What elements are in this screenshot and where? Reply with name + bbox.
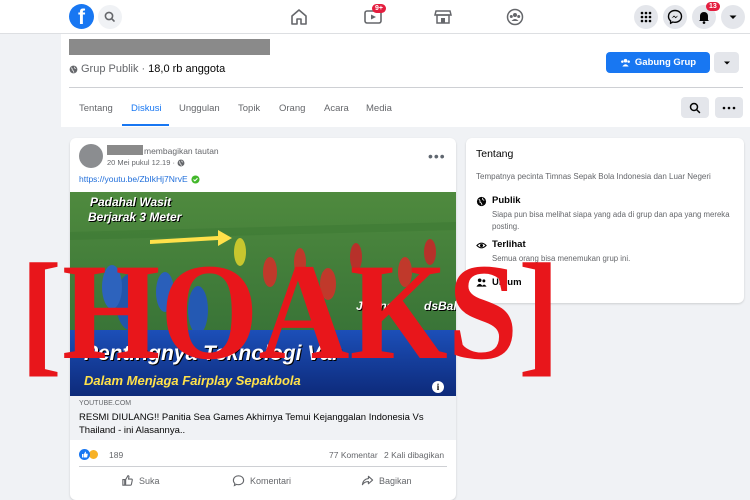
- menu-button[interactable]: [634, 5, 658, 29]
- post-timestamp[interactable]: 20 Mei pukul 12.19 ·: [107, 158, 185, 167]
- shared-link-text: membagikan tautan: [144, 146, 219, 156]
- more-dots-icon: [722, 106, 736, 109]
- video-badge: 9+: [372, 4, 386, 13]
- thumbs-up-icon: [122, 475, 133, 486]
- chevron-down-icon: [723, 61, 730, 64]
- active-tab-indicator: [122, 124, 169, 126]
- reaction-count: 189: [109, 449, 124, 460]
- comment-count[interactable]: 77 Komentar: [329, 450, 378, 460]
- action-divider: [79, 466, 447, 467]
- link-preview-title[interactable]: RESMI DIULANG!! Panitia Sea Games Akhirn…: [79, 411, 451, 437]
- comment-label: Komentari: [250, 475, 292, 486]
- post-link-url[interactable]: https://youtu.be/ZbIkHj7NrvE: [79, 174, 188, 184]
- like-label: Suka: [139, 475, 160, 486]
- join-group-button[interactable]: Gabung Grup: [606, 52, 710, 73]
- reaction-summary[interactable]: 189: [79, 449, 123, 460]
- thumbs-up-icon: [82, 451, 88, 458]
- home-tab[interactable]: [288, 6, 310, 28]
- member-count: 18,0 rb anggota: [148, 63, 226, 75]
- more-group-options-button[interactable]: [714, 52, 739, 73]
- messenger-icon: [667, 9, 683, 25]
- share-button[interactable]: Bagikan: [361, 474, 412, 487]
- link-preview-domain: YOUTUBE.COM: [79, 400, 132, 407]
- tab-orang[interactable]: Orang: [279, 103, 305, 114]
- author-avatar[interactable]: [79, 144, 103, 168]
- share-label: Bagikan: [379, 475, 412, 486]
- search-button[interactable]: [98, 5, 122, 29]
- verified-check-icon: [191, 174, 200, 184]
- tab-unggulan[interactable]: Unggulan: [179, 103, 220, 114]
- like-reaction-icon: [79, 449, 90, 460]
- account-button[interactable]: [721, 5, 745, 29]
- caret-down-icon: [729, 15, 737, 19]
- facebook-logo-icon[interactable]: f: [69, 4, 94, 29]
- info-icon[interactable]: i: [432, 381, 444, 393]
- groups-tab[interactable]: [504, 6, 526, 28]
- post-date-text: 20 Mei pukul 12.19 ·: [107, 158, 175, 167]
- group-more-button[interactable]: [715, 97, 743, 118]
- post-link[interactable]: https://youtu.be/ZbIkHj7NrvE: [79, 174, 200, 184]
- tab-acara[interactable]: Acara: [324, 103, 349, 114]
- group-meta: Grup Publik · 18,0 rb anggota: [69, 63, 225, 75]
- thumb-caption-line1: Padahal Wasit: [90, 195, 172, 209]
- thumb-caption-line2: Berjarak 3 Meter: [88, 210, 182, 224]
- author-name-redacted[interactable]: [107, 145, 143, 155]
- group-search-button[interactable]: [681, 97, 709, 118]
- tab-topik[interactable]: Topik: [238, 103, 260, 114]
- comment-button[interactable]: Komentari: [232, 474, 291, 487]
- grid-menu-icon: [640, 11, 652, 23]
- comment-icon: [232, 475, 245, 487]
- post-options-icon[interactable]: •••: [428, 148, 446, 164]
- globe-icon: [69, 65, 78, 73]
- tab-diskusi[interactable]: Diskusi: [131, 103, 162, 114]
- header-divider: [69, 87, 743, 88]
- like-button[interactable]: Suka: [121, 474, 160, 487]
- share-icon: [361, 475, 374, 486]
- groups-icon: [506, 8, 524, 26]
- search-icon: [104, 11, 115, 22]
- tab-tentang[interactable]: Tentang: [79, 103, 113, 114]
- hoax-stamp: [HOAKS]: [20, 235, 560, 380]
- group-privacy: Grup Publik: [81, 63, 139, 75]
- public-title: Publik: [492, 195, 521, 206]
- separator: ·: [141, 63, 146, 75]
- store-icon: [434, 10, 452, 24]
- group-name-redacted: [69, 39, 270, 55]
- hoax-stamp-text: [HOAKS]: [20, 235, 560, 380]
- engagement-counts[interactable]: 77 Komentar 2 Kali dibagikan: [329, 450, 444, 460]
- about-title: Tentang: [476, 148, 514, 160]
- marketplace-tab[interactable]: [432, 6, 454, 28]
- globe-icon: [177, 159, 185, 166]
- notification-count-badge: 13: [706, 2, 720, 11]
- group-icon: [620, 58, 630, 67]
- globe-icon: [476, 196, 487, 207]
- share-count[interactable]: 2 Kali dibagikan: [384, 450, 444, 460]
- join-group-label: Gabung Grup: [634, 57, 697, 68]
- about-description: Tempatnya pecinta Timnas Sepak Bola Indo…: [476, 172, 711, 181]
- tab-media[interactable]: Media: [366, 103, 392, 114]
- search-icon: [689, 102, 701, 113]
- messenger-button[interactable]: [663, 5, 687, 29]
- home-icon: [291, 9, 307, 25]
